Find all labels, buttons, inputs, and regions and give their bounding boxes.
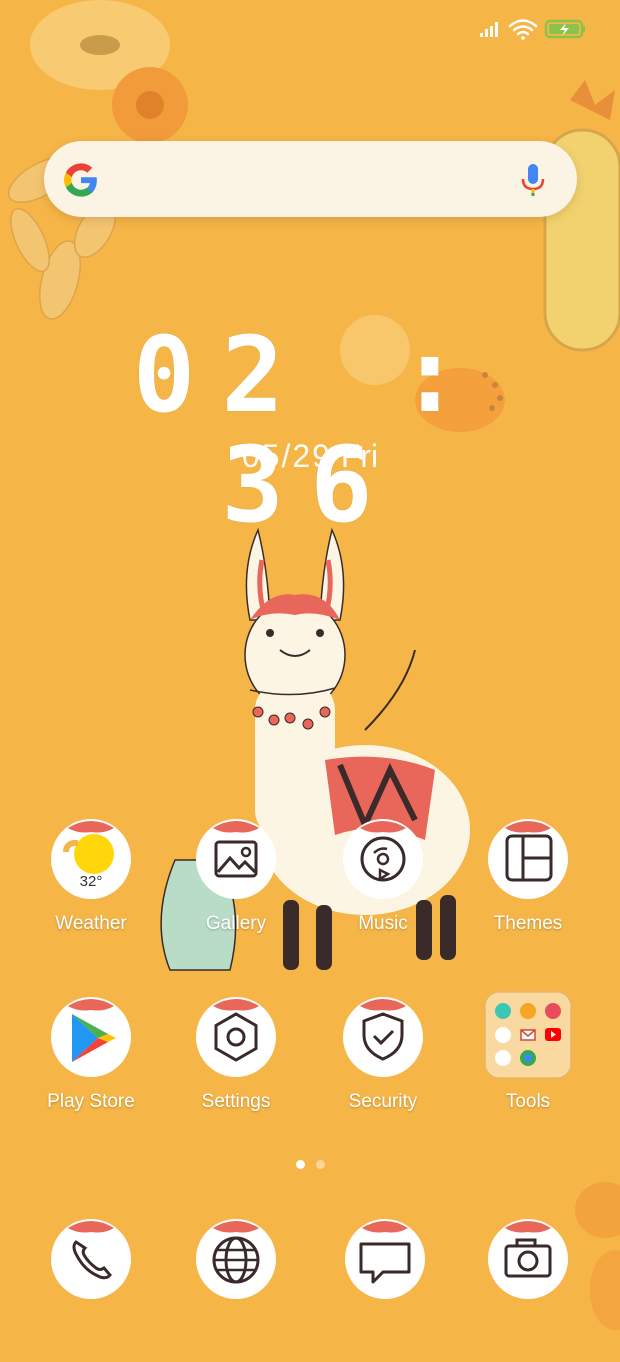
themes-icon [488,819,568,899]
page-indicator [0,1160,620,1172]
dock-camera[interactable] [483,1212,620,1362]
status-bar [470,14,610,42]
tools-folder-icon [484,991,572,1079]
security-shield-icon [343,997,423,1077]
google-search-bar[interactable] [44,141,577,217]
microphone-icon[interactable] [520,163,546,197]
folder-tools[interactable]: Tools [458,990,598,1140]
app-label-themes: Themes [493,913,563,934]
app-label-settings: Settings [201,1091,271,1112]
clock-time[interactable]: 02 : 36 [0,320,620,540]
app-label-weather: Weather [55,913,127,934]
dock-messages[interactable] [340,1212,480,1362]
app-label-music: Music [358,913,408,934]
app-weather[interactable]: 32° Weather [21,812,161,962]
signal-icon [480,22,498,37]
camera-icon [488,1219,568,1299]
dock-browser[interactable] [191,1212,331,1362]
gallery-image-icon [196,819,276,899]
settings-hexagon-icon [196,997,276,1077]
dock-phone[interactable] [46,1212,186,1362]
app-security[interactable]: Security [313,990,453,1140]
weather-temperature: 32° [79,873,103,890]
app-label-tools: Tools [505,1091,551,1112]
google-g-icon [64,163,97,197]
browser-globe-icon [196,1219,276,1299]
app-gallery[interactable]: Gallery [166,812,306,962]
phone-icon [51,1219,131,1299]
app-music[interactable]: Music [313,812,453,962]
app-themes[interactable]: Themes [458,812,598,962]
page-dot-active [296,1160,305,1169]
app-label-security: Security [348,1091,418,1112]
date-numeric: 05/29 [241,438,332,474]
messages-icon [345,1219,425,1299]
page-dot[interactable] [316,1160,325,1169]
app-settings[interactable]: Settings [166,990,306,1140]
date-weekday: Fri [340,438,379,474]
app-label-gallery: Gallery [205,913,267,934]
battery-charging-icon [544,19,585,39]
play-store-icon [51,997,131,1077]
app-label-play-store: Play Store [47,1091,135,1112]
music-disc-icon [343,819,423,899]
app-play-store[interactable]: Play Store [21,990,161,1140]
clock-date[interactable]: 05/29 Fri [0,436,620,476]
wifi-icon [508,19,538,40]
